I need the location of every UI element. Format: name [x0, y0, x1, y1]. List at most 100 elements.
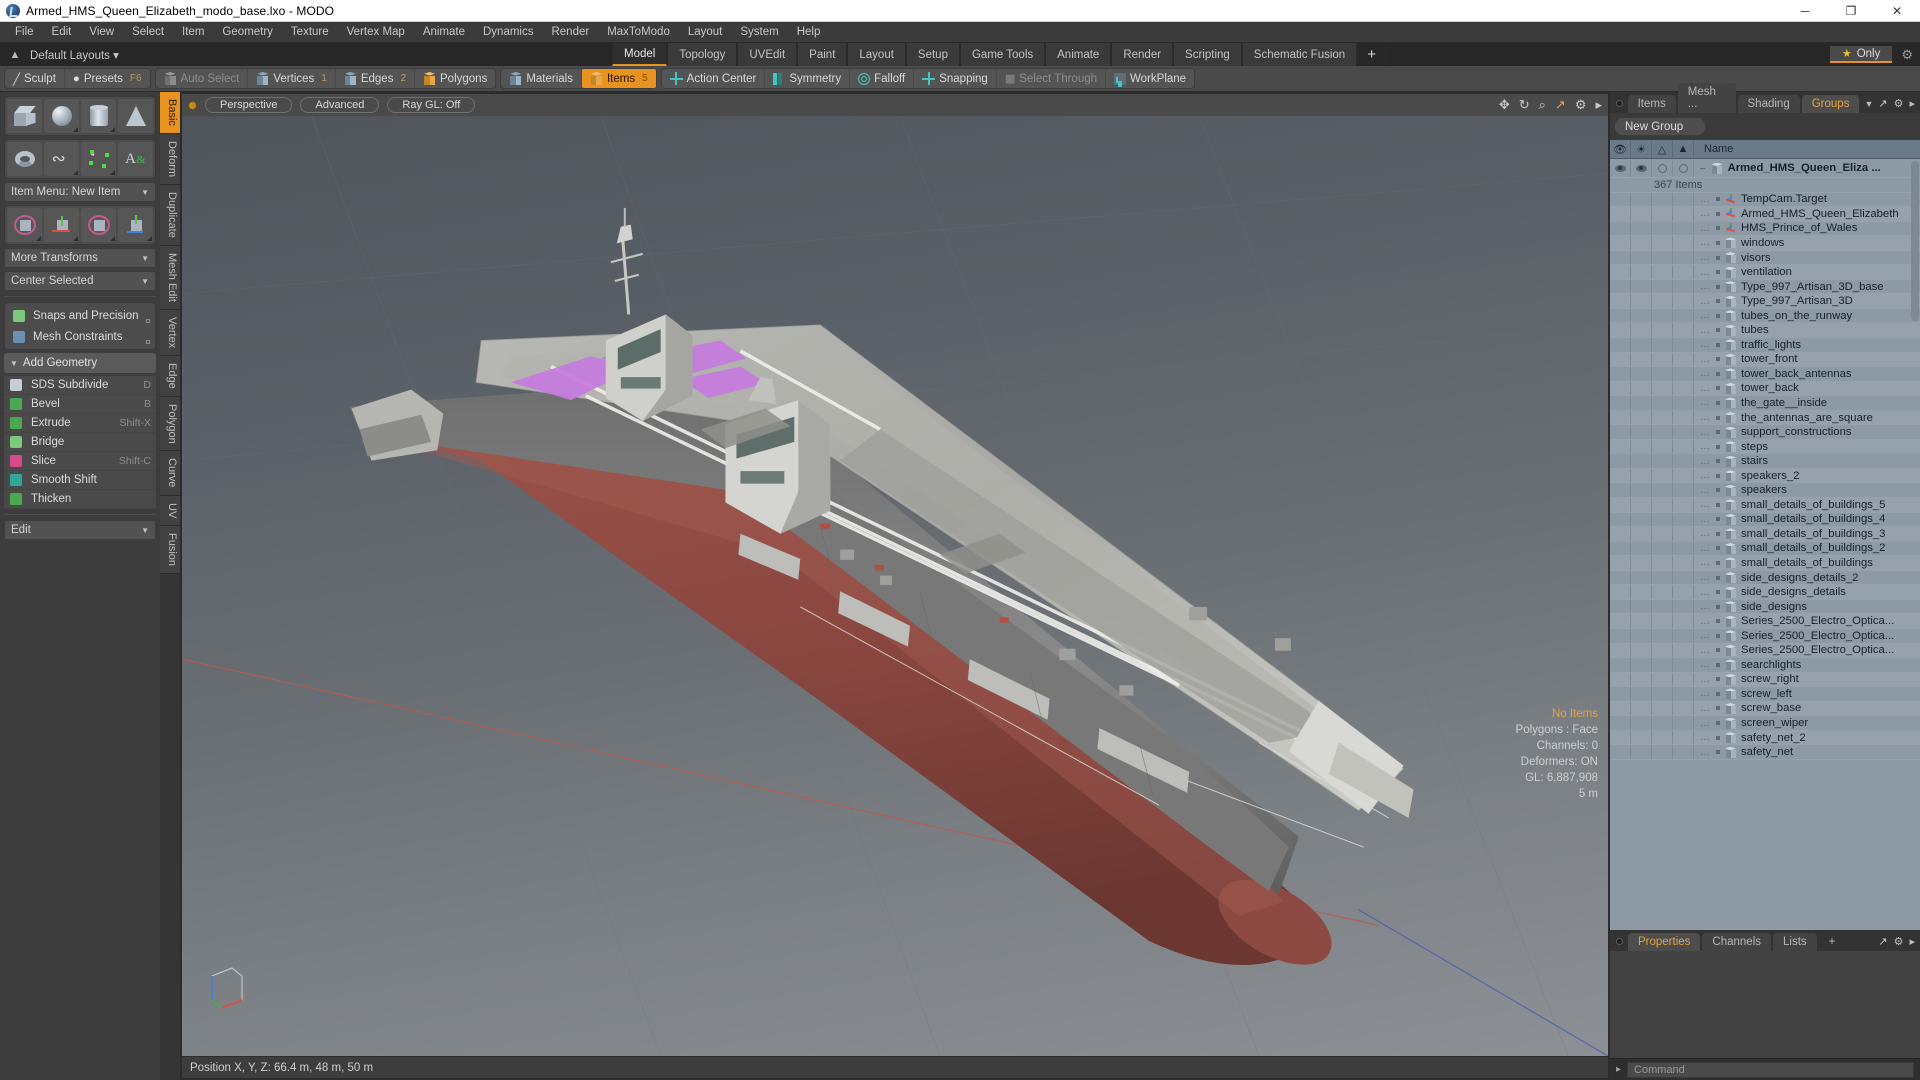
tree-expand-icon[interactable]: – — [1700, 163, 1707, 174]
tree-item-row[interactable]: … Type_997_Artisan_3D — [1610, 294, 1920, 309]
toolbar-presets-button[interactable]: ● Presets F6 — [65, 69, 150, 88]
polygon-tool[interactable] — [81, 142, 116, 176]
item-visible-toggle[interactable] — [1610, 439, 1631, 454]
menu-layout[interactable]: Layout — [679, 23, 732, 41]
item-select-toggle[interactable] — [1673, 396, 1694, 410]
item-render-toggle[interactable] — [1631, 541, 1652, 556]
toolbar-vertices-button[interactable]: Vertices 1 — [248, 69, 336, 88]
item-render-toggle[interactable] — [1631, 730, 1652, 745]
item-lock-toggle[interactable] — [1652, 483, 1673, 498]
toolbar-select-through-button[interactable]: ▩ Select Through — [997, 69, 1107, 88]
item-lock-toggle[interactable] — [1652, 643, 1673, 658]
tree-item-row[interactable]: … small_details_of_buildings — [1610, 556, 1920, 571]
add-geometry-header[interactable]: ▼ Add Geometry — [4, 353, 156, 373]
tree-item-row[interactable]: … speakers_2 — [1610, 468, 1920, 484]
menu-animate[interactable]: Animate — [414, 23, 474, 41]
item-visible-toggle[interactable] — [1610, 730, 1631, 745]
tree-item-row[interactable]: … ventilation — [1610, 265, 1920, 280]
item-lock-toggle[interactable] — [1652, 658, 1673, 672]
viewport-perspective-dropdown[interactable]: Perspective — [205, 97, 293, 113]
item-select-toggle[interactable] — [1673, 439, 1694, 454]
panel-menu-dot-icon[interactable] — [1616, 938, 1623, 945]
layout-tab-layout[interactable]: Layout — [847, 43, 906, 66]
viewport-state-icon[interactable] — [188, 100, 197, 110]
rotate-icon[interactable]: ↻ — [1519, 97, 1530, 113]
item-render-toggle[interactable] — [1631, 425, 1652, 439]
tree-item-row[interactable]: … side_designs_details_2 — [1610, 570, 1920, 586]
vtab-duplicate[interactable]: Duplicate — [160, 184, 180, 246]
item-visible-toggle[interactable] — [1610, 512, 1631, 527]
item-select-toggle[interactable] — [1673, 308, 1694, 323]
item-lock-toggle[interactable] — [1652, 192, 1673, 207]
item-select-toggle[interactable] — [1673, 687, 1694, 701]
item-select-toggle[interactable] — [1673, 585, 1694, 599]
menu-file[interactable]: File — [6, 23, 43, 41]
bevel-button[interactable]: Bevel B — [4, 395, 156, 414]
item-render-toggle[interactable] — [1631, 468, 1652, 483]
item-visible-toggle[interactable] — [1610, 672, 1631, 687]
expand-icon[interactable]: ↗ — [1878, 97, 1887, 110]
item-render-toggle[interactable] — [1631, 687, 1652, 701]
item-render-toggle[interactable] — [1631, 643, 1652, 658]
only-button[interactable]: ★ Only — [1829, 46, 1893, 63]
fit-icon[interactable]: ↗ — [1555, 97, 1566, 113]
tab-lists[interactable]: Lists — [1773, 933, 1817, 951]
tab-groups[interactable]: Groups — [1801, 95, 1860, 113]
minimize-button[interactable]: ─ — [1782, 0, 1828, 22]
item-select-toggle[interactable] — [1673, 410, 1694, 425]
menu-system[interactable]: System — [731, 23, 787, 41]
item-render-toggle[interactable] — [1631, 338, 1652, 352]
item-visible-toggle[interactable] — [1610, 221, 1631, 236]
menu-select[interactable]: Select — [123, 23, 173, 41]
gear-icon[interactable]: ⚙ — [1894, 97, 1904, 110]
tree-item-row[interactable]: … side_designs_details — [1610, 585, 1920, 600]
item-render-toggle[interactable] — [1631, 439, 1652, 454]
item-select-toggle[interactable] — [1673, 352, 1694, 367]
vtab-uv[interactable]: UV — [160, 495, 180, 527]
smooth-shift-button[interactable]: Smooth Shift — [4, 471, 156, 490]
tree-item-row[interactable]: … Series_2500_Electro_Optica... — [1610, 614, 1920, 629]
sphere-tool[interactable] — [44, 99, 79, 133]
item-select-toggle[interactable] — [1673, 643, 1694, 658]
more-transforms-dropdown[interactable]: More Transforms ▼ — [4, 248, 156, 268]
caret-right-icon[interactable]: ▸ — [1909, 97, 1915, 110]
item-render-toggle[interactable] — [1631, 279, 1652, 294]
layout-tab-model[interactable]: Model — [612, 43, 668, 66]
item-select-toggle[interactable] — [1673, 498, 1694, 512]
add-bottom-tab-button[interactable]: + — [1819, 933, 1846, 951]
item-lock-toggle[interactable] — [1652, 599, 1673, 614]
item-render-toggle[interactable] — [1631, 294, 1652, 308]
menu-texture[interactable]: Texture — [282, 23, 338, 41]
slice-button[interactable]: Slice Shift-C — [4, 452, 156, 471]
tree-item-row[interactable]: … screw_base — [1610, 701, 1920, 717]
item-select-toggle[interactable] — [1673, 614, 1694, 628]
panel-menu-dot-icon[interactable] — [1616, 100, 1623, 107]
tree-item-row[interactable]: … small_details_of_buildings_5 — [1610, 498, 1920, 513]
item-visible-toggle[interactable] — [1610, 628, 1631, 643]
home-icon[interactable]: ▲ — [4, 49, 26, 61]
bridge-button[interactable]: Bridge — [4, 433, 156, 452]
zoom-icon[interactable]: ⌕ — [1539, 97, 1546, 113]
tree-item-row[interactable]: … TempCam.Target — [1610, 192, 1920, 208]
select-icon[interactable]: ▲ — [1673, 139, 1694, 159]
tree-item-row[interactable]: … small_details_of_buildings_2 — [1610, 541, 1920, 557]
item-render-toggle[interactable] — [1631, 221, 1652, 236]
item-lock-toggle[interactable] — [1652, 701, 1673, 716]
expand-icon[interactable]: ↗ — [1878, 935, 1887, 948]
tree-item-row[interactable]: … steps — [1610, 439, 1920, 455]
tree-item-row[interactable]: … windows — [1610, 236, 1920, 251]
add-layout-tab-button[interactable]: + — [1357, 43, 1386, 66]
tree-item-row[interactable]: … searchlights — [1610, 658, 1920, 673]
item-lock-toggle[interactable] — [1652, 628, 1673, 643]
item-lock-toggle[interactable] — [1652, 687, 1673, 701]
tree-item-row[interactable]: … Series_2500_Electro_Optica... — [1610, 628, 1920, 644]
item-lock-toggle[interactable] — [1652, 308, 1673, 323]
item-select-toggle[interactable] — [1673, 425, 1694, 439]
item-select-toggle[interactable] — [1673, 367, 1694, 381]
scale-tool[interactable] — [118, 208, 153, 242]
item-lock-toggle[interactable] — [1652, 672, 1673, 687]
default-layouts-dropdown[interactable]: Default Layouts ▾ — [26, 48, 129, 62]
item-select-toggle[interactable] — [1673, 527, 1694, 541]
menu-help[interactable]: Help — [788, 23, 830, 41]
item-lock-toggle[interactable] — [1652, 338, 1673, 352]
